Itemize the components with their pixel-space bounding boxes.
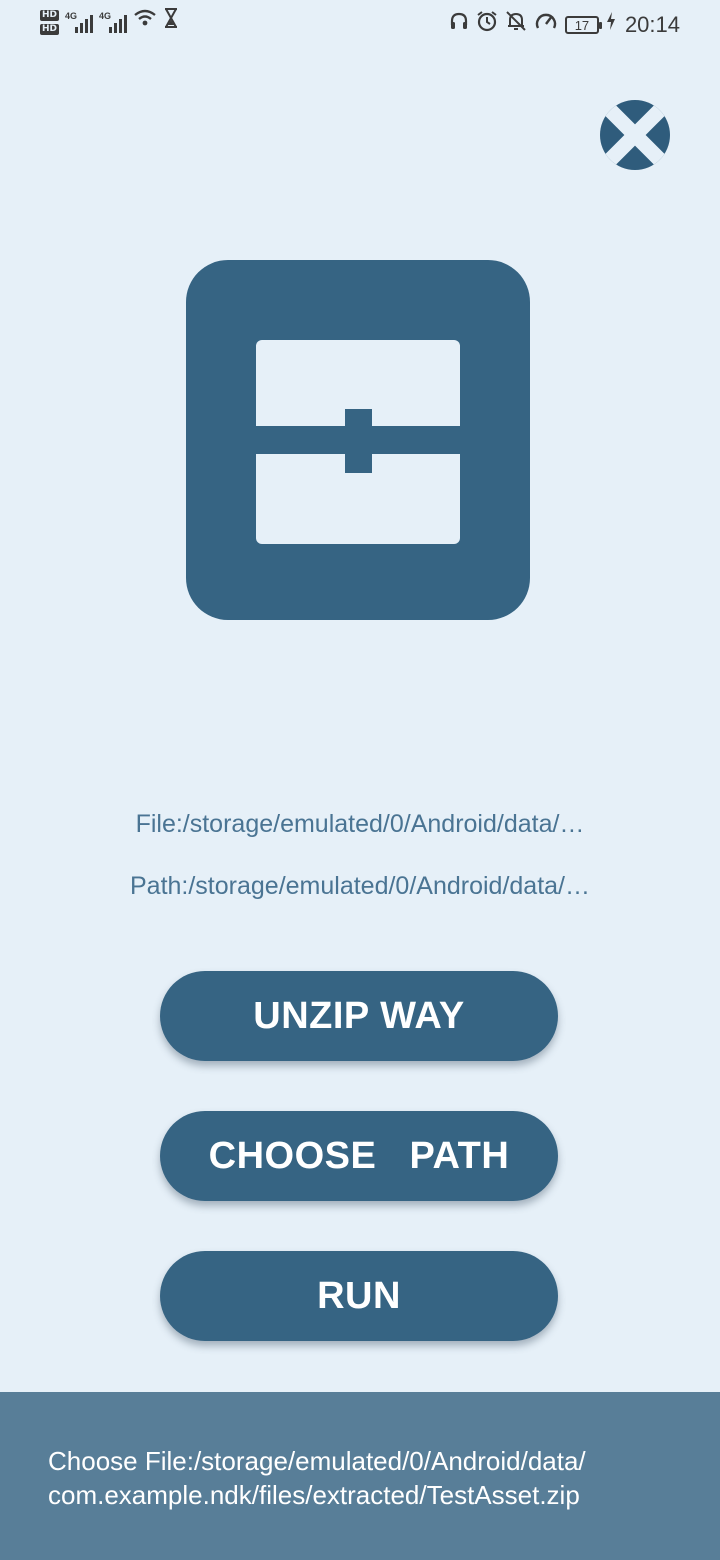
status-bar-left: HD HD 4G 4G <box>40 8 179 36</box>
speedometer-icon <box>534 10 558 40</box>
unzip-way-button[interactable]: UNZIP WAY <box>160 971 558 1061</box>
choose-path-button[interactable]: CHOOSE PATH <box>160 1111 558 1201</box>
hd-badge-2: HD <box>40 23 60 35</box>
toolbox-latch <box>345 409 372 473</box>
status-bar-right: 17 20:14 <box>449 10 680 40</box>
status-time: 20:14 <box>624 12 680 37</box>
headphones-icon <box>449 11 469 39</box>
status-bar: HD HD 4G 4G 17 20:14 <box>0 0 720 52</box>
hd-icon: HD HD <box>40 9 60 35</box>
chosen-file-line-1: Choose File:/storage/emulated/0/Android/… <box>48 1446 586 1476</box>
selected-path-label: Path:/storage/emulated/0/Android/data/… <box>129 872 590 900</box>
chosen-file-line-2: com.example.ndk/files/extracted/TestAsse… <box>48 1480 580 1510</box>
signal-icon: 4G <box>65 11 94 33</box>
signal-icon-2: 4G <box>99 11 128 33</box>
network-type-label: 4G <box>65 11 78 21</box>
mute-icon <box>505 10 527 40</box>
hourglass-icon <box>163 8 179 36</box>
alarm-icon <box>476 10 498 40</box>
hd-badge-1: HD <box>40 9 60 21</box>
selected-file-label: File:/storage/emulated/0/Android/data/… <box>135 810 585 838</box>
battery-icon: 17 <box>564 16 602 34</box>
charging-icon <box>606 11 616 39</box>
toolbox-icon <box>186 260 530 620</box>
app-screen: HD HD 4G 4G 17 20:14 File:/storage/emula… <box>0 0 720 1560</box>
close-button[interactable] <box>600 100 670 170</box>
bottom-info-panel: Choose File:/storage/emulated/0/Android/… <box>0 1392 720 1560</box>
network-type-label-2: 4G <box>99 11 112 21</box>
wifi-icon <box>133 8 157 36</box>
run-button[interactable]: RUN <box>160 1251 558 1341</box>
